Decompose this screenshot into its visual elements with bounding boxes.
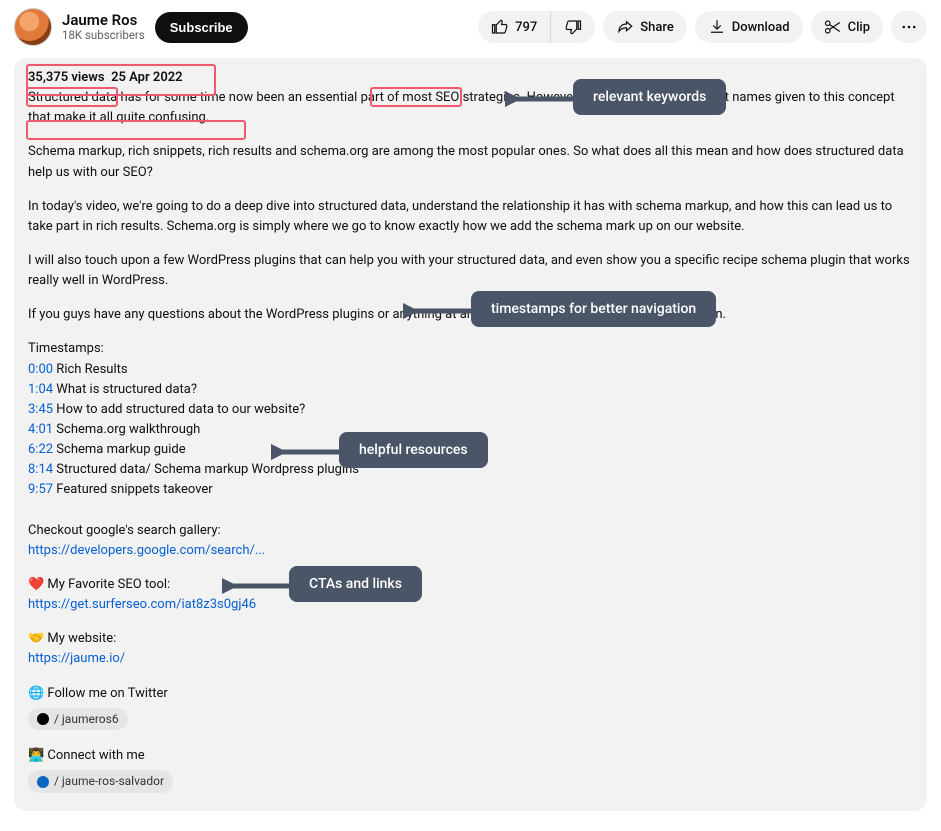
timestamp-row: 4:01 Schema.org walkthrough — [28, 420, 913, 440]
video-description[interactable]: 35,375 views 25 Apr 2022 Structured data… — [14, 58, 927, 811]
channel-header: Jaume Ros 18K subscribers Subscribe 797 … — [14, 8, 927, 46]
timestamp-link[interactable]: 4:01 — [28, 422, 53, 437]
dislike-button[interactable] — [550, 11, 595, 43]
clip-button[interactable]: Clip — [811, 11, 883, 43]
social-twitter-chip[interactable]: / jaumeros6 — [28, 708, 128, 731]
share-icon — [616, 18, 634, 36]
download-icon — [708, 18, 726, 36]
timestamp-row: 8:14 Structured data/ Schema markup Word… — [28, 460, 913, 480]
x-icon — [37, 713, 49, 725]
timestamp-row: 6:22 Schema markup guide — [28, 440, 913, 460]
description-para-5: If you guys have any questions about the… — [28, 305, 913, 325]
scissors-icon — [824, 18, 842, 36]
timestamp-link[interactable]: 3:45 — [28, 402, 53, 417]
timestamp-row: 1:04 What is structured data? — [28, 380, 913, 400]
like-count: 797 — [515, 20, 537, 35]
clip-label: Clip — [848, 20, 870, 35]
subscribe-button[interactable]: Subscribe — [155, 12, 248, 43]
description-para-3: In today's video, we're going to do a de… — [28, 197, 913, 237]
timestamp-link[interactable]: 8:14 — [28, 462, 53, 477]
more-actions-button[interactable] — [891, 11, 927, 43]
download-label: Download — [732, 20, 790, 35]
channel-avatar[interactable] — [14, 8, 52, 46]
timestamp-link[interactable]: 6:22 — [28, 442, 53, 457]
timestamp-link[interactable]: 0:00 — [28, 362, 53, 377]
channel-subscribers: 18K subscribers — [62, 28, 145, 42]
timestamps-list: 0:00 Rich Results1:04 What is structured… — [28, 360, 913, 501]
social-linkedin-label: 👨‍💻 Connect with me — [28, 746, 913, 766]
video-meta: 35,375 views 25 Apr 2022 — [28, 68, 913, 88]
description-para-2: Schema markup, rich snippets, rich resul… — [28, 142, 913, 182]
resource-site-link[interactable]: https://jaume.io/ — [28, 651, 125, 666]
linkedin-icon — [37, 776, 49, 788]
resource-fav-label: ❤️ My Favorite SEO tool: — [28, 575, 913, 595]
timestamp-row: 3:45 How to add structured data to our w… — [28, 400, 913, 420]
timestamp-label: How to add structured data to our websit… — [53, 402, 305, 417]
timestamp-label: Structured data/ Schema markup Wordpress… — [53, 462, 359, 477]
timestamp-link[interactable]: 1:04 — [28, 382, 53, 397]
download-button[interactable]: Download — [695, 11, 803, 43]
timestamp-label: Featured snippets takeover — [53, 482, 213, 497]
like-button[interactable]: 797 — [478, 11, 550, 43]
timestamp-label: Schema markup guide — [53, 442, 186, 457]
view-count: 35,375 views — [28, 70, 105, 85]
timestamp-row: 0:00 Rich Results — [28, 360, 913, 380]
share-button[interactable]: Share — [603, 11, 687, 43]
timestamps-heading: Timestamps: — [28, 339, 913, 359]
share-label: Share — [640, 20, 674, 35]
timestamp-label: Schema.org walkthrough — [53, 422, 200, 437]
thumbs-down-icon — [564, 18, 582, 36]
timestamp-label: What is structured data? — [53, 382, 197, 397]
upload-date: 25 Apr 2022 — [111, 70, 183, 85]
resource-fav-link[interactable]: https://get.surferseo.com/iat8z3s0gj46 — [28, 597, 256, 612]
timestamp-row: 9:57 Featured snippets takeover — [28, 480, 913, 500]
thumbs-up-icon — [491, 18, 509, 36]
resource-google-label: Checkout google's search gallery: — [28, 521, 913, 541]
ellipsis-icon — [900, 18, 918, 36]
description-para-1: Structured data has for some time now be… — [28, 88, 913, 128]
timestamp-label: Rich Results — [53, 362, 128, 377]
social-linkedin-chip[interactable]: / jaume-ros-salvador — [28, 770, 173, 793]
description-para-4: I will also touch upon a few WordPress p… — [28, 251, 913, 291]
timestamp-link[interactable]: 9:57 — [28, 482, 53, 497]
channel-name[interactable]: Jaume Ros — [62, 12, 145, 29]
resource-site-label: 🤝 My website: — [28, 629, 913, 649]
social-twitter-label: 🌐 Follow me on Twitter — [28, 684, 913, 704]
video-actions: 797 Share Download Clip — [478, 11, 927, 43]
resource-google-link[interactable]: https://developers.google.com/search/... — [28, 543, 265, 558]
